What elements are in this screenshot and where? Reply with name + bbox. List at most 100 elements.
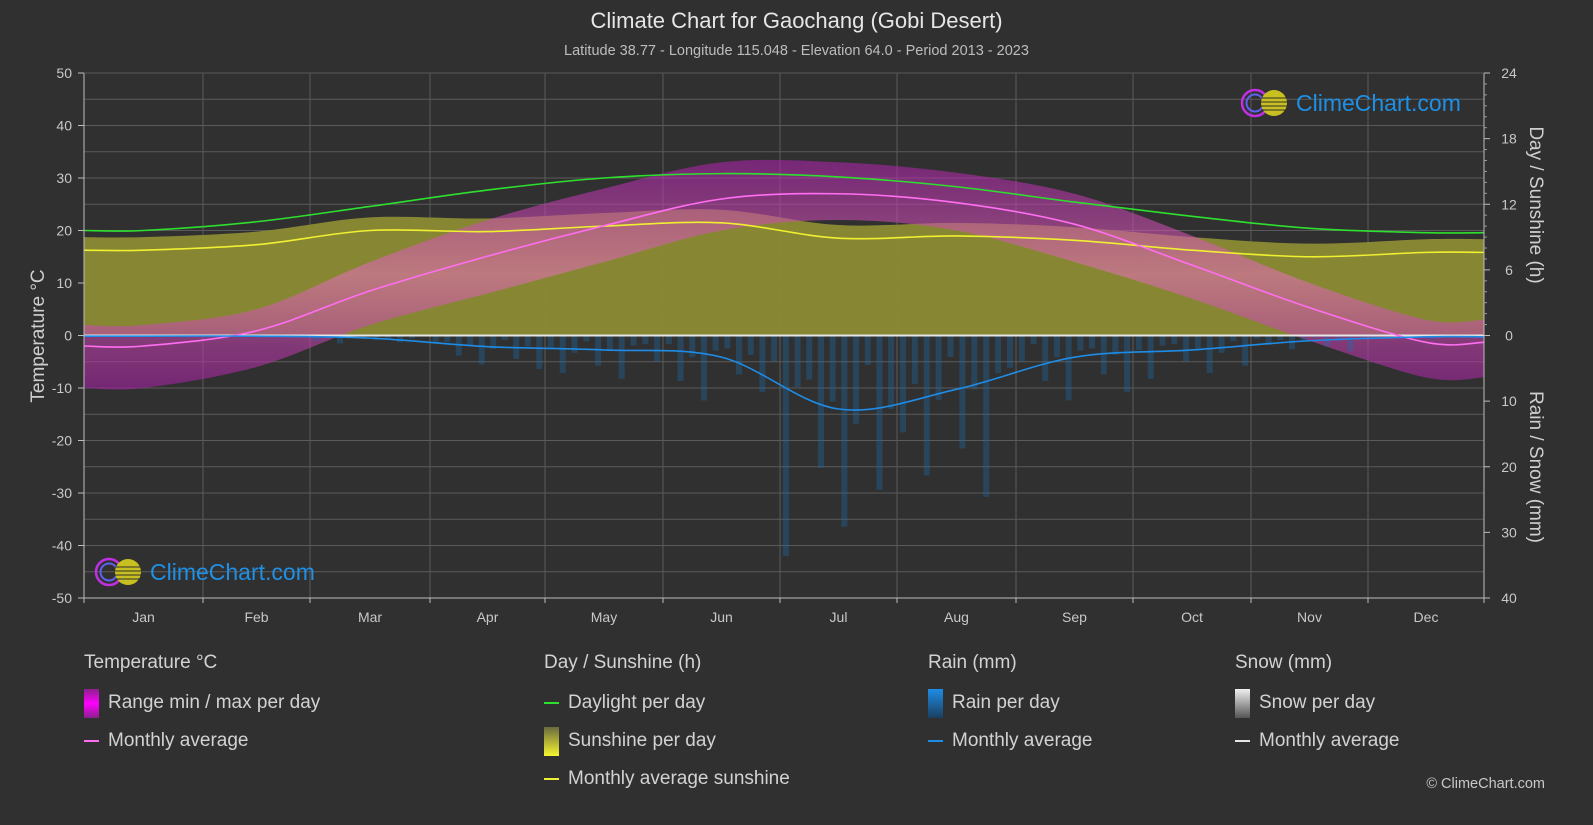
- rain-day-bar: [1135, 335, 1142, 350]
- tick-label: 40: [56, 118, 72, 134]
- legend-label: Sunshine per day: [568, 730, 716, 751]
- tick-label: 12: [1501, 196, 1517, 212]
- rain-day-bar: [923, 335, 930, 476]
- rain-day-bar: [1242, 335, 1249, 366]
- x-tick-label: May: [591, 609, 617, 625]
- rain-day-bar: [571, 335, 578, 353]
- x-tick-label: Oct: [1181, 609, 1203, 625]
- rain-day-bar: [1147, 335, 1154, 379]
- rain-swatch-icon: [928, 688, 943, 718]
- rain-day-bar: [736, 335, 743, 375]
- rain-day-bar: [759, 335, 766, 392]
- legend-temperature: Temperature °C Range min / max per day M…: [84, 652, 320, 754]
- legend-label: Snow per day: [1259, 692, 1376, 713]
- rain-day-bar: [876, 335, 883, 490]
- rain-day-bar: [642, 335, 649, 345]
- rain-bars: [86, 335, 1482, 556]
- rain-day-bar: [864, 335, 871, 365]
- rain-day-bar: [606, 335, 613, 350]
- rain-day-bar: [524, 335, 531, 347]
- legend-label: Rain per day: [952, 692, 1060, 713]
- rain-day-bar: [1053, 335, 1060, 358]
- rain-day-bar: [478, 335, 485, 365]
- legend-sunshine: Day / Sunshine (h) Daylight per day Suns…: [544, 652, 790, 792]
- tick-label: -40: [52, 538, 72, 554]
- rain-day-bar: [654, 335, 661, 362]
- legend-title: Rain (mm): [928, 652, 1017, 673]
- y-axis-left-title: Temperature °C: [28, 269, 49, 402]
- rain-day-bar: [959, 335, 966, 449]
- x-tick-label: Sep: [1062, 609, 1087, 625]
- rain-day-bar: [595, 335, 602, 366]
- rain-day-bar: [1194, 335, 1201, 349]
- legend-rain: Rain (mm) Rain per day Monthly average: [928, 652, 1092, 754]
- rain-day-bar: [829, 335, 836, 402]
- rain-day-bar: [1159, 335, 1166, 346]
- tick-label: 30: [56, 170, 72, 186]
- tick-label: -10: [52, 380, 72, 396]
- legend-label: Monthly average: [1259, 730, 1400, 751]
- rain-day-bar: [1347, 335, 1354, 352]
- temperature-range-swatch-icon: [84, 688, 99, 718]
- rain-day-bar: [1112, 335, 1119, 355]
- rain-day-bar: [630, 335, 637, 346]
- y-axis-right-top-title: Day / Sunshine (h): [1525, 126, 1546, 283]
- tick-label: 18: [1501, 131, 1517, 147]
- legend-title: Temperature °C: [84, 652, 218, 673]
- legend-title: Day / Sunshine (h): [544, 652, 702, 673]
- x-tick-label: Feb: [244, 609, 268, 625]
- legend-label: Range min / max per day: [108, 692, 321, 713]
- rain-day-bar: [1007, 335, 1014, 368]
- legend-item-sunshine: Sunshine per day: [544, 726, 790, 756]
- legend-item-sunshine-avg: Monthly average sunshine: [544, 766, 790, 792]
- rain-day-bar: [935, 335, 942, 401]
- rain-day-bar: [899, 335, 906, 433]
- tick-label: 30: [1501, 524, 1517, 540]
- rain-day-bar: [689, 335, 696, 358]
- logo-bottom-left[interactable]: ClimeChart.com: [94, 556, 315, 588]
- tick-label: -50: [52, 590, 72, 606]
- temperature-avg-line-icon: [84, 740, 99, 742]
- daylight-line-icon: [544, 702, 559, 704]
- rain-day-bar: [794, 335, 801, 387]
- logo-text: ClimeChart.com: [1296, 89, 1461, 116]
- tick-label: 40: [1501, 590, 1517, 606]
- climechart-logo-icon: [1240, 88, 1287, 118]
- rain-day-bar: [724, 335, 731, 349]
- rain-day-bar: [947, 335, 954, 358]
- rain-day-bar: [1324, 335, 1331, 347]
- legend-label: Monthly average: [108, 730, 249, 751]
- rain-day-bar: [665, 335, 672, 345]
- rain-day-bar: [771, 335, 778, 362]
- tick-label: 20: [56, 223, 72, 239]
- x-tick-label: Nov: [1297, 609, 1322, 625]
- tick-label: 10: [1501, 393, 1517, 409]
- rain-day-bar: [888, 335, 895, 409]
- sunshine-swatch-icon: [544, 726, 559, 756]
- tick-label: 0: [64, 328, 72, 344]
- legend-item-temp-range: Range min / max per day: [84, 688, 321, 718]
- legend-item-temp-avg: Monthly average: [84, 728, 320, 754]
- tick-label: 50: [56, 65, 72, 81]
- rain-day-bar: [397, 335, 403, 343]
- y-axis-right-bottom-title: Rain / Snow (mm): [1525, 391, 1546, 543]
- legend-item-snow: Snow per day: [1235, 688, 1399, 718]
- logo-top-right[interactable]: ClimeChart.com: [1240, 87, 1461, 119]
- rain-day-bar: [983, 335, 990, 497]
- rain-day-bar: [1206, 335, 1213, 374]
- rain-day-bar: [559, 335, 566, 374]
- tick-label: 24: [1501, 65, 1517, 81]
- rain-day-bar: [971, 335, 978, 390]
- snow-swatch-icon: [1235, 688, 1250, 718]
- legend-item-rain-avg: Monthly average: [928, 728, 1092, 754]
- rain-avg-line-icon: [928, 740, 943, 742]
- rain-day-bar: [911, 335, 918, 384]
- logo-text: ClimeChart.com: [150, 558, 315, 585]
- legend-title: Snow (mm): [1235, 652, 1333, 673]
- tick-label: 10: [56, 275, 72, 291]
- rain-day-bar: [467, 335, 474, 346]
- x-tick-label: Jan: [132, 609, 155, 625]
- rain-day-bar: [444, 335, 451, 343]
- x-tick-label: Mar: [358, 609, 382, 625]
- sunshine-avg-line-icon: [544, 778, 559, 780]
